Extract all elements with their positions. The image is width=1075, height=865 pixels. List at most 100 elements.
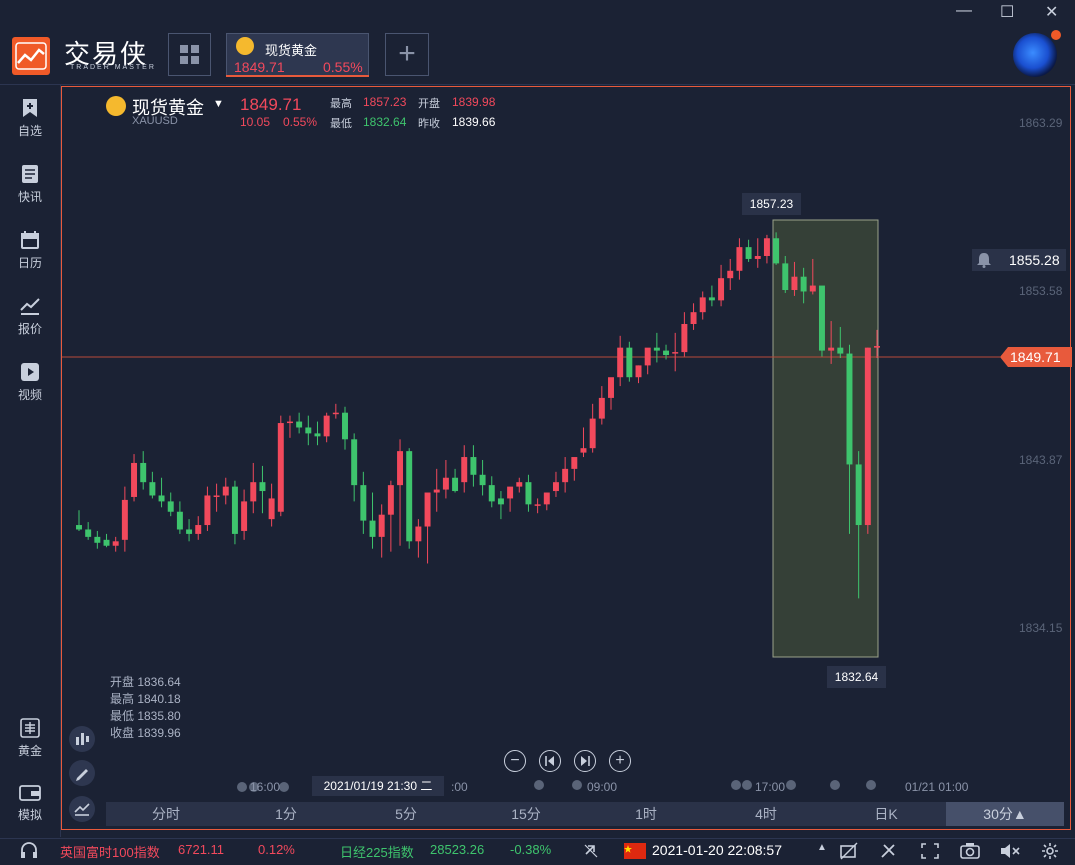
- chart-style-button[interactable]: [69, 796, 95, 822]
- candle-body[interactable]: [112, 541, 119, 546]
- candle-body[interactable]: [653, 347, 660, 351]
- candle-body[interactable]: [818, 285, 825, 351]
- settings-icon[interactable]: [1040, 842, 1060, 860]
- candle-body[interactable]: [204, 495, 211, 526]
- candle-body[interactable]: [608, 377, 614, 398]
- candle-body[interactable]: [94, 536, 101, 543]
- candle-body[interactable]: [103, 539, 110, 546]
- candle-body[interactable]: [736, 247, 743, 271]
- zoom-out-button[interactable]: −: [504, 750, 526, 772]
- candle-body[interactable]: [149, 482, 156, 496]
- candle-body[interactable]: [452, 477, 459, 492]
- candle-body[interactable]: [708, 297, 715, 301]
- caret-up-icon[interactable]: ▲: [817, 842, 827, 853]
- indicator-tool-button[interactable]: [69, 726, 95, 752]
- candle-body[interactable]: [846, 353, 853, 465]
- candle-body[interactable]: [763, 238, 770, 256]
- candle-body[interactable]: [874, 346, 880, 348]
- candle-body[interactable]: [158, 495, 165, 502]
- headset-icon[interactable]: [19, 842, 39, 860]
- candle-body[interactable]: [534, 504, 541, 506]
- candle-body[interactable]: [222, 486, 229, 496]
- timeframe-tab[interactable]: 日K: [826, 802, 946, 826]
- candle-body[interactable]: [800, 276, 807, 292]
- candle-body[interactable]: [626, 347, 633, 378]
- candle-body[interactable]: [571, 457, 578, 469]
- candle-body[interactable]: [516, 482, 523, 487]
- candle-body[interactable]: [213, 495, 220, 497]
- candle-body[interactable]: [323, 415, 330, 437]
- candle-body[interactable]: [296, 421, 303, 428]
- candle-body[interactable]: [562, 468, 569, 483]
- candle-body[interactable]: [690, 312, 697, 324]
- candle-body[interactable]: [507, 486, 514, 499]
- camera-icon[interactable]: [959, 842, 981, 860]
- candle-body[interactable]: [268, 498, 275, 520]
- candle-body[interactable]: [314, 433, 321, 437]
- range-selection-box[interactable]: [772, 219, 879, 658]
- candle-body[interactable]: [277, 423, 284, 512]
- candle-body[interactable]: [543, 492, 550, 505]
- scroll-end-button[interactable]: [574, 750, 596, 772]
- candle-body[interactable]: [773, 238, 780, 264]
- scroll-start-button[interactable]: [539, 750, 561, 772]
- candle-body[interactable]: [791, 276, 798, 290]
- candle-body[interactable]: [360, 485, 367, 521]
- candle-body[interactable]: [415, 526, 422, 542]
- candle-body[interactable]: [332, 412, 339, 415]
- candle-body[interactable]: [140, 462, 147, 483]
- mute-icon[interactable]: [999, 842, 1021, 860]
- candle-body[interactable]: [745, 247, 752, 259]
- candle-body[interactable]: [167, 501, 174, 512]
- candle-body[interactable]: [387, 485, 394, 515]
- candle-body[interactable]: [369, 520, 376, 537]
- candle-body[interactable]: [397, 451, 404, 486]
- candle-body[interactable]: [525, 482, 532, 505]
- candle-body[interactable]: [85, 529, 92, 537]
- candle-body[interactable]: [351, 439, 358, 486]
- candle-body[interactable]: [617, 347, 624, 378]
- draw-tool-button[interactable]: [69, 760, 95, 786]
- chevron-down-icon[interactable]: ▼: [213, 98, 224, 110]
- crop-icon[interactable]: [839, 842, 859, 860]
- candle-body[interactable]: [718, 278, 725, 301]
- candle-body[interactable]: [241, 501, 248, 531]
- candle-body[interactable]: [286, 421, 293, 424]
- timeframe-tab[interactable]: 1时: [586, 802, 706, 826]
- timeframe-tab[interactable]: 1分: [226, 802, 346, 826]
- candle-body[interactable]: [699, 297, 706, 313]
- candle-body[interactable]: [121, 499, 128, 540]
- candle-body[interactable]: [406, 451, 413, 542]
- candle-body[interactable]: [195, 525, 202, 534]
- candle-body[interactable]: [76, 525, 82, 530]
- candle-body[interactable]: [186, 529, 193, 534]
- candle-body[interactable]: [855, 464, 862, 526]
- tools-icon[interactable]: [879, 842, 899, 860]
- candle-body[interactable]: [378, 514, 385, 537]
- candle-body[interactable]: [663, 350, 670, 356]
- candle-body[interactable]: [598, 397, 605, 419]
- candle-body[interactable]: [644, 347, 651, 366]
- candle-body[interactable]: [809, 285, 816, 292]
- candle-body[interactable]: [259, 482, 266, 492]
- candle-body[interactable]: [580, 448, 587, 453]
- zoom-in-button[interactable]: +: [609, 750, 631, 772]
- timeframe-tab-active[interactable]: 30分▲: [946, 802, 1064, 826]
- candle-body[interactable]: [250, 482, 257, 502]
- candle-body[interactable]: [828, 347, 835, 351]
- candle-body[interactable]: [681, 324, 688, 353]
- candle-body[interactable]: [488, 485, 495, 502]
- index1-name[interactable]: 英国富时100指数: [60, 842, 160, 861]
- candle-body[interactable]: [470, 457, 477, 475]
- candle-body[interactable]: [433, 489, 440, 493]
- timeframe-tab[interactable]: 5分: [346, 802, 466, 826]
- candle-body[interactable]: [864, 347, 871, 526]
- candle-body[interactable]: [552, 482, 559, 492]
- candle-body[interactable]: [837, 347, 844, 354]
- candle-body[interactable]: [131, 462, 138, 497]
- candle-body[interactable]: [461, 457, 468, 483]
- candle-body[interactable]: [479, 474, 486, 486]
- candle-body[interactable]: [782, 263, 789, 290]
- link-icon[interactable]: [582, 842, 600, 860]
- price-alert[interactable]: 1855.28: [972, 249, 1066, 271]
